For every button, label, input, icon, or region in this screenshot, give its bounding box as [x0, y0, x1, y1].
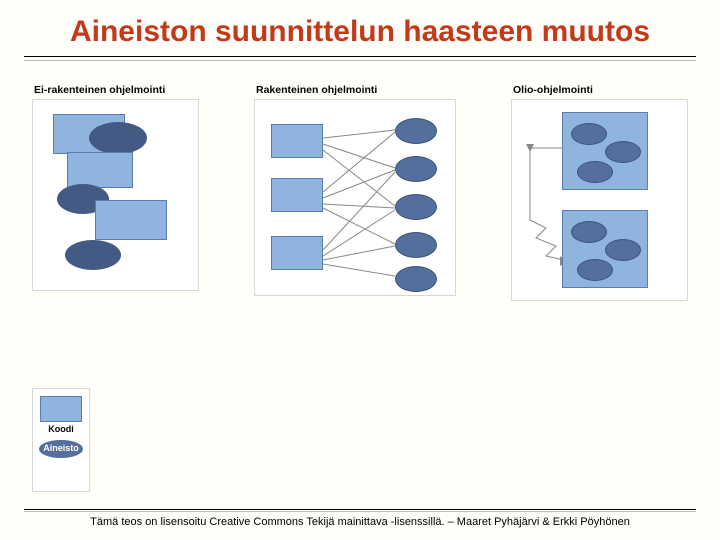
legend-box: Koodi Aineisto [32, 388, 90, 492]
panel-box [511, 99, 688, 301]
panel-title: Ei-rakenteinen ohjelmointi [34, 84, 199, 96]
diagram-row: Ei-rakenteinen ohjelmointi Rakenteinen o… [0, 76, 720, 301]
footer: Tämä teos on lisensoitu Creative Commons… [24, 509, 696, 528]
title-divider [24, 56, 696, 64]
panel-unstructured: Ei-rakenteinen ohjelmointi [32, 84, 199, 301]
panel-oo: Olio-ohjelmointi [511, 84, 688, 301]
slide-title: Aineiston suunnittelun haasteen muutos [0, 0, 720, 56]
panel-box [254, 99, 456, 296]
legend: Koodi Aineisto [32, 388, 90, 492]
panel-title: Olio-ohjelmointi [513, 84, 688, 96]
legend-code-shape [40, 396, 82, 422]
legend-data-label: Aineisto [39, 440, 83, 458]
panel-box [32, 99, 199, 291]
panel-title: Rakenteinen ohjelmointi [256, 84, 456, 96]
footer-text: Tämä teos on lisensoitu Creative Commons… [24, 516, 696, 528]
panel-structured: Rakenteinen ohjelmointi [254, 84, 456, 301]
legend-code-label: Koodi [33, 424, 89, 434]
